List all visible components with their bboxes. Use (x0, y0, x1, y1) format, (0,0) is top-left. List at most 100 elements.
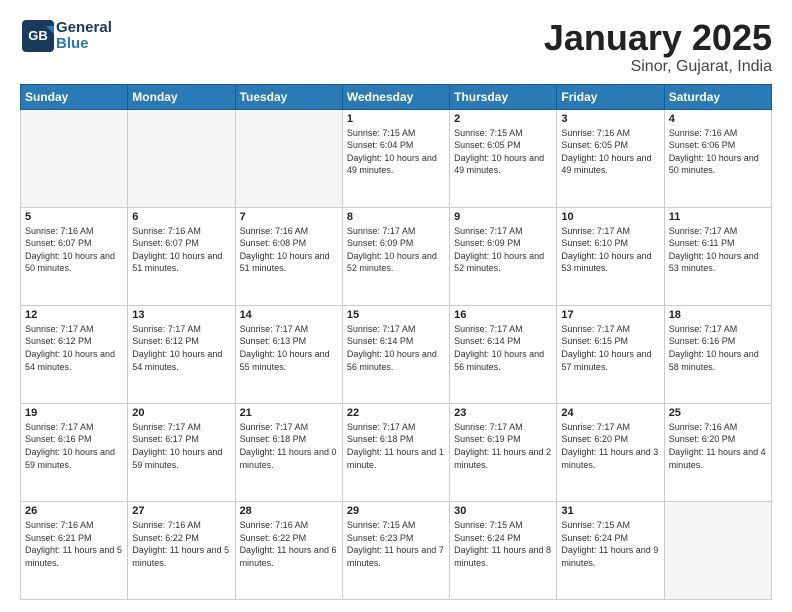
calendar-week-row: 1 Sunrise: 7:15 AMSunset: 6:04 PMDaylight… (21, 109, 772, 207)
day-number: 4 (669, 113, 767, 125)
table-row: 4 Sunrise: 7:16 AMSunset: 6:06 PMDaylight… (664, 109, 771, 207)
day-number: 12 (25, 309, 123, 321)
col-thursday: Thursday (450, 84, 557, 109)
table-row: 30Sunrise: 7:15 AMSunset: 6:24 PMDayligh… (450, 501, 557, 599)
day-number: 27 (132, 505, 230, 517)
title-block: January 2025 Sinor, Gujarat, India (544, 18, 772, 76)
table-row: 31Sunrise: 7:15 AMSunset: 6:24 PMDayligh… (557, 501, 664, 599)
day-info: Sunrise: 7:15 AMSunset: 6:04 PMDaylight:… (347, 127, 445, 177)
table-row: 8Sunrise: 7:17 AMSunset: 6:09 PMDaylight… (342, 207, 449, 305)
day-info: Sunrise: 7:17 AMSunset: 6:14 PMDaylight:… (347, 323, 445, 373)
day-info: Sunrise: 7:16 AMSunset: 6:22 PMDaylight:… (240, 519, 338, 569)
table-row: 14Sunrise: 7:17 AMSunset: 6:13 PMDayligh… (235, 305, 342, 403)
day-info: Sunrise: 7:17 AMSunset: 6:18 PMDaylight:… (240, 421, 338, 471)
day-number: 26 (25, 505, 123, 517)
table-row: 25 Sunrise: 7:16 AMSunset: 6:20 PMDayligh… (664, 403, 771, 501)
logo-text: General Blue (56, 20, 112, 53)
day-info: Sunrise: 7:16 AMSunset: 6:06 PMDaylight:… (669, 127, 767, 177)
table-row: 5 Sunrise: 7:16 AMSunset: 6:07 PMDaylight… (21, 207, 128, 305)
day-info: Sunrise: 7:17 AMSunset: 6:16 PMDaylight:… (25, 421, 123, 471)
day-info: Sunrise: 7:17 AMSunset: 6:09 PMDaylight:… (454, 225, 552, 275)
table-row: 15 Sunrise: 7:17 AMSunset: 6:14 PMDayligh… (342, 305, 449, 403)
day-number: 11 (669, 211, 767, 223)
svg-text:GB: GB (28, 28, 48, 43)
table-row (235, 109, 342, 207)
col-friday: Friday (557, 84, 664, 109)
table-row: 28Sunrise: 7:16 AMSunset: 6:22 PMDayligh… (235, 501, 342, 599)
table-row (664, 501, 771, 599)
day-info: Sunrise: 7:15 AMSunset: 6:05 PMDaylight:… (454, 127, 552, 177)
day-info: Sunrise: 7:17 AMSunset: 6:16 PMDaylight:… (669, 323, 767, 373)
day-number: 20 (132, 407, 230, 419)
table-row: 10 Sunrise: 7:17 AMSunset: 6:10 PMDayligh… (557, 207, 664, 305)
table-row: 21 Sunrise: 7:17 AMSunset: 6:18 PMDayligh… (235, 403, 342, 501)
logo-icon: GB (20, 18, 56, 54)
month-title: January 2025 (544, 18, 772, 58)
day-number: 5 (25, 211, 123, 223)
day-info: Sunrise: 7:16 AMSunset: 6:20 PMDaylight:… (669, 421, 767, 471)
day-number: 3 (561, 113, 659, 125)
day-info: Sunrise: 7:15 AMSunset: 6:23 PMDaylight:… (347, 519, 445, 569)
table-row: 11 Sunrise: 7:17 AMSunset: 6:11 PMDayligh… (664, 207, 771, 305)
day-number: 18 (669, 309, 767, 321)
day-number: 21 (240, 407, 338, 419)
calendar-header-row: Sunday Monday Tuesday Wednesday Thursday… (21, 84, 772, 109)
header: GB General Blue January 2025 Sinor, Guja… (20, 18, 772, 76)
table-row: 23 Sunrise: 7:17 AMSunset: 6:19 PMDayligh… (450, 403, 557, 501)
col-monday: Monday (128, 84, 235, 109)
day-number: 16 (454, 309, 552, 321)
table-row: 16Sunrise: 7:17 AMSunset: 6:14 PMDayligh… (450, 305, 557, 403)
day-number: 23 (454, 407, 552, 419)
table-row: 6Sunrise: 7:16 AMSunset: 6:07 PMDaylight… (128, 207, 235, 305)
day-number: 1 (347, 113, 445, 125)
day-info: Sunrise: 7:17 AMSunset: 6:11 PMDaylight:… (669, 225, 767, 275)
calendar-table: Sunday Monday Tuesday Wednesday Thursday… (20, 84, 772, 600)
logo-general: General (56, 20, 112, 37)
table-row: 29 Sunrise: 7:15 AMSunset: 6:23 PMDayligh… (342, 501, 449, 599)
day-number: 29 (347, 505, 445, 517)
day-number: 2 (454, 113, 552, 125)
col-wednesday: Wednesday (342, 84, 449, 109)
day-number: 25 (669, 407, 767, 419)
table-row: 13 Sunrise: 7:17 AMSunset: 6:12 PMDayligh… (128, 305, 235, 403)
day-number: 9 (454, 211, 552, 223)
table-row: 9 Sunrise: 7:17 AMSunset: 6:09 PMDaylight… (450, 207, 557, 305)
col-sunday: Sunday (21, 84, 128, 109)
table-row (21, 109, 128, 207)
page: GB General Blue January 2025 Sinor, Guja… (0, 0, 792, 612)
table-row: 1 Sunrise: 7:15 AMSunset: 6:04 PMDaylight… (342, 109, 449, 207)
table-row: 27 Sunrise: 7:16 AMSunset: 6:22 PMDayligh… (128, 501, 235, 599)
day-number: 19 (25, 407, 123, 419)
table-row: 24Sunrise: 7:17 AMSunset: 6:20 PMDayligh… (557, 403, 664, 501)
location: Sinor, Gujarat, India (544, 58, 772, 76)
logo-blue: Blue (56, 36, 112, 53)
day-info: Sunrise: 7:17 AMSunset: 6:12 PMDaylight:… (132, 323, 230, 373)
calendar-week-row: 19 Sunrise: 7:17 AMSunset: 6:16 PMDayligh… (21, 403, 772, 501)
day-info: Sunrise: 7:16 AMSunset: 6:07 PMDaylight:… (25, 225, 123, 275)
day-number: 6 (132, 211, 230, 223)
day-info: Sunrise: 7:17 AMSunset: 6:18 PMDaylight:… (347, 421, 445, 471)
day-info: Sunrise: 7:15 AMSunset: 6:24 PMDaylight:… (454, 519, 552, 569)
col-saturday: Saturday (664, 84, 771, 109)
day-number: 7 (240, 211, 338, 223)
day-number: 15 (347, 309, 445, 321)
day-info: Sunrise: 7:16 AMSunset: 6:05 PMDaylight:… (561, 127, 659, 177)
day-info: Sunrise: 7:17 AMSunset: 6:19 PMDaylight:… (454, 421, 552, 471)
table-row: 22 Sunrise: 7:17 AMSunset: 6:18 PMDayligh… (342, 403, 449, 501)
logo: GB General Blue (20, 18, 112, 54)
table-row: 7Sunrise: 7:16 AMSunset: 6:08 PMDaylight… (235, 207, 342, 305)
day-number: 13 (132, 309, 230, 321)
table-row: 17Sunrise: 7:17 AMSunset: 6:15 PMDayligh… (557, 305, 664, 403)
day-number: 14 (240, 309, 338, 321)
day-number: 31 (561, 505, 659, 517)
day-number: 22 (347, 407, 445, 419)
table-row: 19 Sunrise: 7:17 AMSunset: 6:16 PMDayligh… (21, 403, 128, 501)
table-row: 12Sunrise: 7:17 AMSunset: 6:12 PMDayligh… (21, 305, 128, 403)
day-info: Sunrise: 7:16 AMSunset: 6:22 PMDaylight:… (132, 519, 230, 569)
table-row: 18 Sunrise: 7:17 AMSunset: 6:16 PMDayligh… (664, 305, 771, 403)
day-info: Sunrise: 7:17 AMSunset: 6:15 PMDaylight:… (561, 323, 659, 373)
day-info: Sunrise: 7:17 AMSunset: 6:10 PMDaylight:… (561, 225, 659, 275)
day-number: 10 (561, 211, 659, 223)
table-row: 3 Sunrise: 7:16 AMSunset: 6:05 PMDaylight… (557, 109, 664, 207)
day-number: 24 (561, 407, 659, 419)
